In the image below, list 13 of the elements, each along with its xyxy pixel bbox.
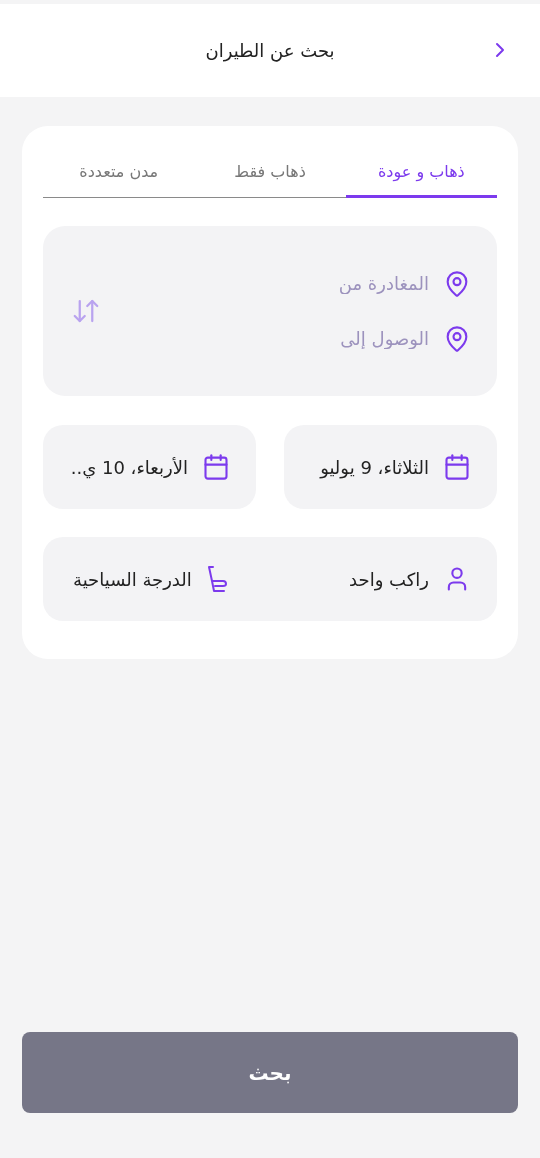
calendar-icon — [443, 453, 471, 481]
trip-type-tab[interactable]: ذهاب و عودة — [345, 152, 497, 198]
passengers-button[interactable]: راكب واحد — [349, 565, 471, 593]
departure-field[interactable]: المغادرة من — [113, 269, 429, 298]
trip-type-tab[interactable]: مدن متعددة — [43, 152, 195, 198]
cabin-class-button[interactable]: الدرجة السياحية — [73, 565, 228, 593]
date-button[interactable]: الثلاثاء، 9 يوليو — [284, 425, 497, 509]
arrival-field[interactable]: الوصول إلى — [113, 324, 429, 353]
seat-icon — [205, 565, 228, 593]
trip-type-tab[interactable]: ذهاب فقط — [194, 152, 346, 198]
calendar-icon — [202, 453, 230, 481]
date-button[interactable]: الأربعاء، 10 ي.. — [43, 425, 256, 509]
page-title: بحث عن الطيران — [205, 40, 335, 61]
